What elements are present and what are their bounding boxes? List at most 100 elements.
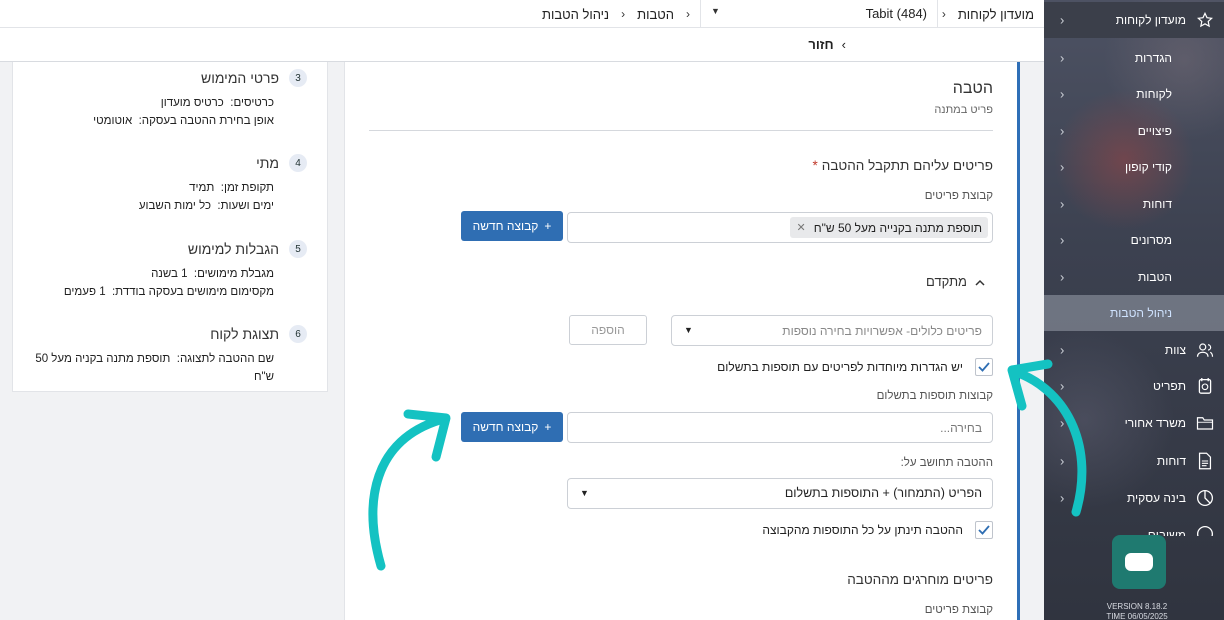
section-title: הגבלות למימוש	[187, 241, 279, 257]
button-label: הוספה	[591, 323, 625, 337]
all-addons-label: ההטבה תינתן על כל התוספות מהקבוצה	[762, 523, 963, 537]
breadcrumb-item[interactable]: הטבות	[637, 7, 674, 22]
sidebar-item-label: משרד אחורי	[1124, 416, 1186, 430]
caret-down-icon: ▼	[580, 488, 589, 498]
chevron-right-icon: ›	[1060, 123, 1065, 139]
chevron-left-icon: ‹	[686, 7, 690, 21]
venue-select[interactable]: Tabit (484) ▼	[700, 0, 938, 28]
section-title: פרטי המימוש	[200, 70, 279, 86]
close-icon[interactable]: ✕	[796, 221, 805, 234]
sidebar-item-label: דוחות	[1142, 197, 1172, 211]
excluded-section-title: פריטים מוחרגים מההטבה	[847, 572, 993, 587]
version-text: VERSION 8.18.2	[1106, 602, 1168, 611]
new-addon-group-button[interactable]: + קבוצה חדשה	[461, 412, 563, 442]
chevron-right-icon: ›	[1060, 86, 1065, 102]
chevron-right-icon: ›	[1060, 378, 1065, 394]
sidebar-item-label: תפריט	[1153, 379, 1186, 393]
items-section-title: פריטים עליהם תתקבל ההטבה*	[813, 158, 994, 173]
excluded-group-label: קבוצת פריטים	[924, 604, 993, 616]
chevron-right-icon: ›	[1060, 415, 1065, 431]
step-number: 4	[289, 154, 307, 172]
all-addons-checkbox[interactable]	[975, 521, 993, 539]
summary-section: 5 הגבלות למימוש מגבלת מימושים: 1 בשנה מקס…	[33, 239, 307, 301]
summary-panel: 3 פרטי המימוש כרטיסים: כרטיס מועדון אופן …	[12, 62, 328, 392]
document-icon	[1196, 452, 1214, 470]
breadcrumb-item[interactable]: מועדון לקוחות	[958, 7, 1034, 22]
more-options-select[interactable]: פריטים כלולים- אפשרויות בחירה נוספות ▼	[671, 315, 993, 346]
sidebar-item-sms[interactable]: › מסרונים	[1044, 222, 1224, 258]
summary-key: ימים ושעות:	[217, 200, 274, 212]
summary-section: 4 מתי תקופת זמן: תמיד ימים ושעות: כל ימות…	[33, 153, 307, 215]
paid-addons-select[interactable]: בחירה...	[567, 412, 993, 443]
sidebar-item-label: הטבות	[1137, 270, 1172, 284]
sidebar-item-compensations[interactable]: › פיצויים	[1044, 113, 1224, 149]
venue-label: Tabit (484)	[865, 6, 927, 21]
breadcrumb-item[interactable]: ניהול הטבות	[542, 7, 609, 22]
chevron-right-icon: ›	[1060, 159, 1065, 175]
summary-section: 6 תצוגת לקוח שם ההטבה לתצוגה: תוספת מתנה …	[33, 324, 307, 386]
sidebar-item-back-office[interactable]: › משרד אחורי	[1044, 405, 1224, 441]
plus-icon: +	[544, 420, 552, 434]
required-mark: *	[812, 158, 818, 173]
sidebar-item-label: פיצויים	[1137, 124, 1172, 138]
summary-key: מקסימום מימושים בעסקה בודדת:	[111, 286, 274, 298]
sidebar-item-reports[interactable]: › דוחות	[1044, 186, 1224, 222]
pie-chart-icon	[1196, 489, 1214, 507]
sidebar-item-club[interactable]: › מועדון לקוחות	[1044, 2, 1224, 38]
special-settings-checkbox[interactable]	[975, 358, 993, 376]
sidebar-item-bi[interactable]: › בינה עסקית	[1044, 480, 1224, 516]
items-group-label: קבוצת פריטים	[924, 190, 993, 202]
version-info: VERSION 8.18.2 TIME 06/05/2025	[1044, 602, 1224, 620]
back-button[interactable]: › חזור	[808, 37, 846, 52]
button-label: קבוצה חדשה	[472, 219, 539, 233]
star-icon	[1196, 11, 1214, 29]
sidebar-item-label: צוות	[1164, 343, 1186, 357]
sidebar-item-settings[interactable]: › הגדרות	[1044, 40, 1224, 76]
summary-key: מגבלת מימושים:	[193, 268, 274, 280]
sidebar-item-label: מסרונים	[1130, 233, 1172, 247]
calc-select[interactable]: הפריט (התמחור) + התוספות בתשלום ▼	[567, 478, 993, 509]
sidebar-item-label: לקוחות	[1136, 87, 1172, 101]
sidebar-item-label: בינה עסקית	[1126, 491, 1186, 505]
chat-support-button[interactable]	[1112, 535, 1166, 589]
menu-book-icon	[1196, 377, 1214, 395]
breadcrumb-trail: ‹ הטבות ‹ ניהול הטבות	[542, 0, 690, 28]
sidebar-item-main-reports[interactable]: › דוחות	[1044, 443, 1224, 479]
calc-label: ההטבה תחושב על:	[900, 457, 993, 469]
button-label: קבוצה חדשה	[472, 420, 539, 434]
step-number: 5	[289, 240, 307, 258]
sidebar-item-customers[interactable]: › לקוחות	[1044, 76, 1224, 112]
step-number: 3	[289, 69, 307, 87]
sidebar-item-manage-benefits[interactable]: ניהול הטבות	[1044, 295, 1224, 331]
chevron-right-icon: ›	[1060, 196, 1065, 212]
summary-section: 3 פרטי המימוש כרטיסים: כרטיס מועדון אופן …	[33, 68, 307, 130]
step-number: 6	[289, 325, 307, 343]
summary-value: כל ימות השבוע	[138, 200, 211, 212]
sidebar-item-coupon-codes[interactable]: › קודי קופון	[1044, 149, 1224, 185]
sidebar-item-feedback[interactable]: משובים	[1044, 516, 1224, 536]
sidebar-item-label: ניהול הטבות	[1110, 306, 1172, 320]
select-placeholder: פריטים כלולים- אפשרויות בחירה נוספות	[782, 324, 982, 338]
sidebar-item-label: קודי קופון	[1124, 160, 1172, 174]
sidebar-item-menu[interactable]: › תפריט	[1044, 368, 1224, 404]
summary-key: תקופת זמן:	[220, 182, 274, 194]
back-label: חזור	[808, 37, 834, 52]
add-button[interactable]: הוספה	[569, 315, 647, 345]
select-placeholder: בחירה...	[940, 421, 982, 435]
sidebar-item-team[interactable]: › צוות	[1044, 332, 1224, 368]
summary-key: כרטיסים:	[230, 97, 274, 109]
sidebar-item-benefits[interactable]: › הטבות	[1044, 259, 1224, 295]
summary-value: אוטומטי	[93, 115, 133, 127]
items-group-multiselect[interactable]: תוספת מתנה בקנייה מעל 50 ש"ח ✕	[567, 212, 993, 243]
summary-value: כרטיס מועדון	[160, 97, 224, 109]
chevron-left-icon: ‹	[941, 7, 946, 21]
new-group-button[interactable]: + קבוצה חדשה	[461, 211, 563, 241]
chevron-right-icon: ›	[1060, 232, 1065, 248]
divider	[369, 130, 993, 131]
chevron-right-icon: ›	[1060, 50, 1065, 66]
sidebar-item-label: הגדרות	[1134, 51, 1172, 65]
back-bar: › חזור	[0, 28, 1044, 62]
benefit-form: הטבה פריט במתנה פריטים עליהם תתקבל ההטבה…	[344, 62, 1020, 620]
plus-icon: +	[544, 219, 552, 233]
advanced-toggle[interactable]: מתקדם	[926, 274, 985, 289]
